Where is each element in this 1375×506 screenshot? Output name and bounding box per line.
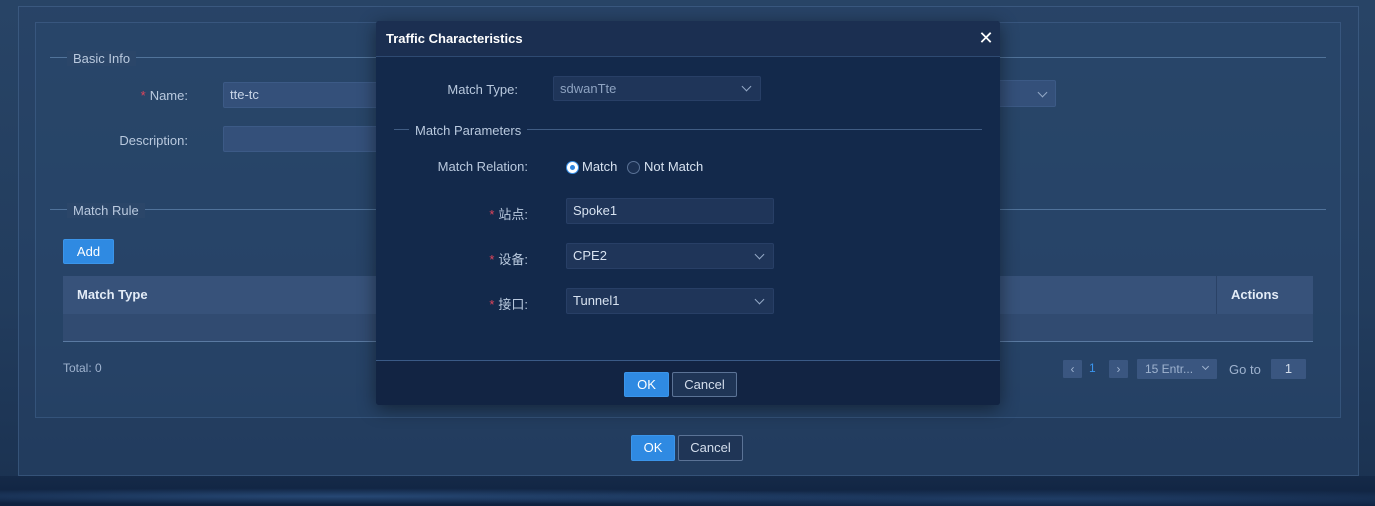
match-relation-label: Match Relation: xyxy=(437,159,528,174)
match-radio[interactable] xyxy=(566,161,579,174)
next-page-button[interactable]: › xyxy=(1109,360,1128,378)
interface-value: Tunnel1 xyxy=(573,293,620,308)
total-count: Total: 0 xyxy=(63,361,102,375)
page-size-select[interactable]: 15 Entr... xyxy=(1137,359,1217,379)
name-input[interactable]: tte-tc xyxy=(223,82,380,108)
interface-label: * 接口: xyxy=(489,297,528,312)
device-value: CPE2 xyxy=(573,248,607,263)
add-rule-button[interactable]: Add xyxy=(63,239,114,264)
dialog-title: Traffic Characteristics xyxy=(386,31,523,46)
column-header-match-type[interactable]: Match Type xyxy=(77,276,148,314)
not-match-radio[interactable] xyxy=(627,161,640,174)
traffic-characteristics-dialog: Traffic Characteristics ✕ Match Type: sd… xyxy=(376,21,1000,405)
match-type-label: Match Type: xyxy=(447,82,518,97)
background-select[interactable] xyxy=(996,80,1056,107)
device-select[interactable]: CPE2 xyxy=(566,243,774,269)
description-label: Description: xyxy=(119,133,188,148)
dialog-header: Traffic Characteristics ✕ xyxy=(376,21,1000,57)
not-match-radio-label[interactable]: Not Match xyxy=(644,159,703,174)
page-size-value: 15 Entr... xyxy=(1145,362,1194,376)
form-ok-button[interactable]: OK xyxy=(631,435,675,461)
prev-page-button[interactable]: ‹ xyxy=(1063,360,1082,378)
form-cancel-button[interactable]: Cancel xyxy=(678,435,743,461)
page-size-chevron-icon xyxy=(1201,362,1210,371)
name-label: * Name: xyxy=(140,88,188,103)
interface-select[interactable]: Tunnel1 xyxy=(566,288,774,314)
dialog-ok-button[interactable]: OK xyxy=(624,372,669,397)
goto-page-input[interactable]: 1 xyxy=(1271,359,1306,379)
column-header-actions[interactable]: Actions xyxy=(1231,276,1279,314)
device-label: * 设备: xyxy=(489,252,528,267)
basic-info-legend: Basic Info xyxy=(67,51,137,66)
match-radio-label[interactable]: Match xyxy=(582,159,617,174)
column-divider xyxy=(1216,276,1217,314)
current-page[interactable]: 1 xyxy=(1089,361,1096,375)
match-rule-legend: Match Rule xyxy=(67,203,145,218)
description-input[interactable] xyxy=(223,126,380,152)
goto-label: Go to xyxy=(1229,362,1261,377)
site-input[interactable]: Spoke1 xyxy=(566,198,774,224)
close-icon[interactable]: ✕ xyxy=(977,28,995,48)
site-label: * 站点: xyxy=(489,207,528,222)
page-bottom-decoration xyxy=(0,476,1375,506)
match-type-value: sdwanTte xyxy=(560,81,617,96)
dialog-footer: OK Cancel xyxy=(376,360,1000,405)
dialog-cancel-button[interactable]: Cancel xyxy=(672,372,737,397)
match-type-select[interactable]: sdwanTte xyxy=(553,76,761,101)
match-parameters-legend: Match Parameters xyxy=(409,123,528,138)
